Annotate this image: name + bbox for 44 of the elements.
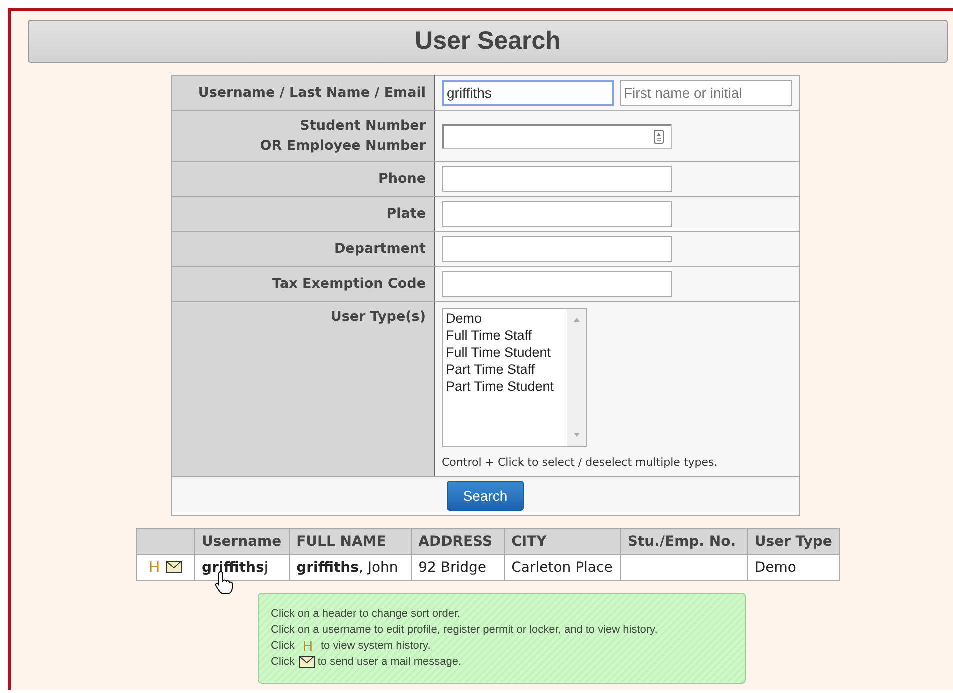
field-label: Username / Last Name / Email xyxy=(172,76,434,110)
list-option[interactable]: Demo xyxy=(446,310,564,327)
scrollbar[interactable] xyxy=(567,309,586,446)
field-label: Tax Exemption Code xyxy=(172,266,434,302)
column-header[interactable]: FULL NAME xyxy=(289,528,412,554)
mail-icon[interactable] xyxy=(166,561,182,573)
help-text: Click on a header to change sort order. xyxy=(271,607,461,622)
list-option[interactable]: Part Time Staff xyxy=(446,361,564,378)
list-option[interactable]: Part Time Student xyxy=(446,378,564,395)
table-cell: Carleton Place xyxy=(504,554,620,580)
first-name-field[interactable]: First name or initial xyxy=(620,80,792,106)
mail-icon xyxy=(298,656,315,668)
contact-card-icon[interactable] xyxy=(654,130,664,144)
field-label: Phone xyxy=(172,162,434,196)
list-hint: Control + Click to select / deselect multiple types. xyxy=(442,456,719,469)
help-text: to view system history. xyxy=(320,639,431,654)
history-glyph: H xyxy=(302,638,313,654)
username-field[interactable]: griffiths xyxy=(442,80,614,106)
help-text: to send user a mail message. xyxy=(318,655,462,670)
number-field[interactable] xyxy=(442,124,672,148)
text-field[interactable] xyxy=(442,236,672,262)
column-header[interactable]: ADDRESS xyxy=(411,528,504,554)
search-button[interactable]: Search xyxy=(447,481,524,511)
table-cell: 92 Bridge xyxy=(411,554,504,580)
help-text: Click xyxy=(271,639,295,654)
column-header[interactable]: CITY xyxy=(504,528,620,554)
column-header[interactable]: Stu./Emp. No. xyxy=(620,528,748,554)
table-cell: Demo xyxy=(747,554,840,580)
field-label: Student Number OR Employee Number xyxy=(172,110,434,162)
field-label: User Type(s) xyxy=(172,302,434,476)
field-label: Department xyxy=(172,232,434,266)
column-header[interactable]: User Type xyxy=(747,528,840,554)
list-option[interactable]: Full Time Student xyxy=(446,344,564,361)
help-text: Click xyxy=(271,655,295,670)
text-field[interactable] xyxy=(442,166,672,192)
field-label: Plate xyxy=(172,196,434,232)
list-option[interactable]: Full Time Staff xyxy=(446,327,564,344)
text-field[interactable] xyxy=(442,271,672,297)
user-type-listbox[interactable]: Demo Full Time Staff Full Time Student Part Time Staff Part Time Student xyxy=(442,308,587,447)
text-field[interactable] xyxy=(442,201,672,227)
table-cell: griffiths, John xyxy=(289,554,412,580)
help-text: Click on a username to edit profile, register permit or locker, and to view history. xyxy=(271,623,658,638)
page-title: User Search xyxy=(28,20,948,63)
column-header[interactable]: Username xyxy=(194,528,290,554)
